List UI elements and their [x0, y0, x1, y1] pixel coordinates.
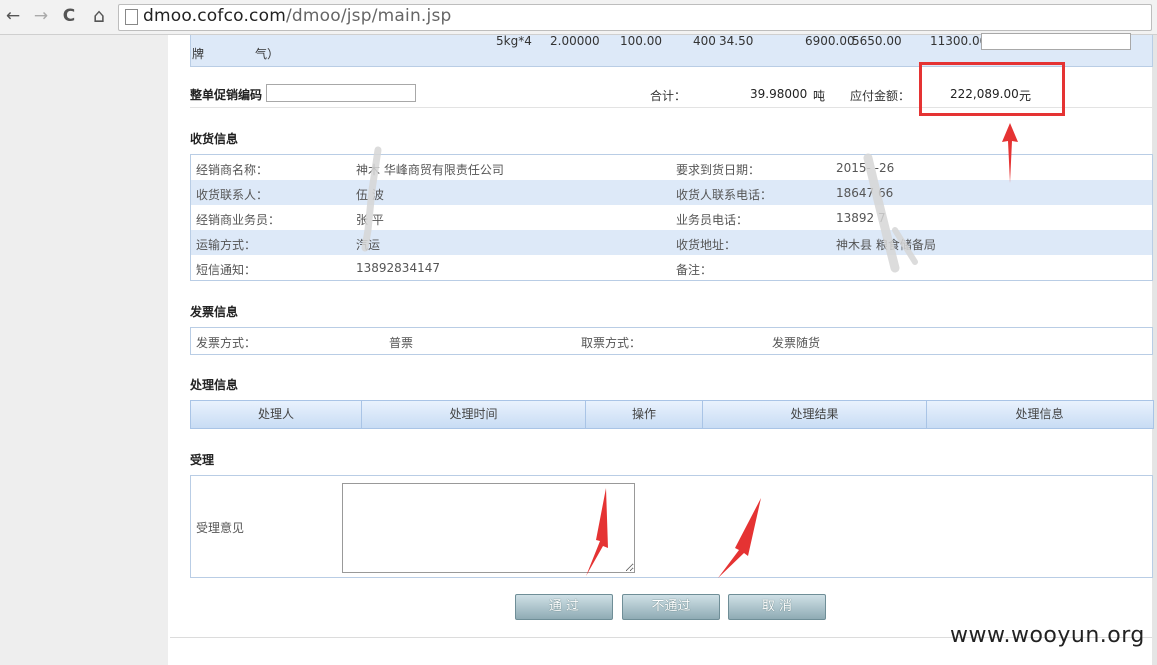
annotation-arrow-pass — [586, 488, 608, 576]
annotation-arrows — [586, 123, 1018, 578]
annotation-arrow-up — [1002, 123, 1018, 183]
annotation-arrow-reject — [718, 498, 761, 578]
